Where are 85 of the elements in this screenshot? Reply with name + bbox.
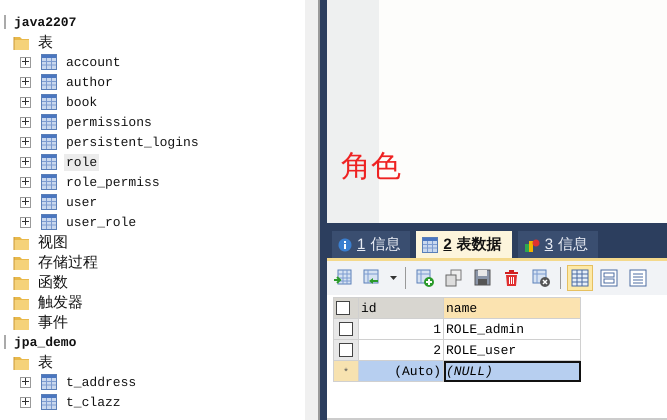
insert-row-icon: [334, 269, 352, 287]
folder-item[interactable]: 事件: [36, 312, 70, 332]
table-icon: [41, 154, 57, 170]
form-icon: [600, 269, 618, 287]
plus-icon: [22, 218, 29, 224]
plus-icon: [22, 198, 29, 204]
cancel-icon: [532, 269, 550, 287]
expand-toggle[interactable]: [20, 56, 31, 68]
table-item[interactable]: account: [64, 54, 123, 70]
info-icon: [338, 238, 352, 252]
plus-icon: [22, 78, 29, 84]
table-cell: ROLE_user: [444, 340, 580, 360]
annotation-text: 角色: [341, 149, 401, 185]
table-cell: (NULL): [444, 360, 580, 382]
table-icon: [41, 114, 57, 130]
folder-item[interactable]: 函数: [36, 272, 70, 292]
database-item[interactable]: jpa_demo: [12, 334, 78, 350]
expand-toggle[interactable]: [20, 96, 31, 108]
table-icon: [41, 74, 57, 90]
table-item[interactable]: user: [64, 194, 100, 210]
chart-icon: [524, 236, 540, 252]
new-row-marker: *: [342, 368, 349, 378]
table-cell: 2: [358, 340, 444, 360]
table-item[interactable]: role_permiss: [64, 174, 162, 190]
caret-icon: [390, 276, 397, 280]
column-header[interactable]: name: [444, 298, 580, 318]
plus-icon: [22, 398, 29, 404]
plus-icon: [22, 138, 29, 144]
table-icon: [41, 134, 57, 150]
table-item[interactable]: user_role: [64, 214, 138, 230]
table-cell: ROLE_admin: [444, 318, 580, 340]
table-item[interactable]: permissions: [64, 114, 154, 130]
table-icon: [41, 394, 57, 410]
expand-toggle[interactable]: [20, 136, 31, 148]
row-checkbox[interactable]: [339, 322, 353, 336]
expand-toggle[interactable]: [20, 216, 31, 228]
tab[interactable]: 3 信息: [518, 231, 598, 258]
table-cell: 1: [358, 318, 444, 340]
add-row-icon: [416, 269, 434, 287]
folder-item[interactable]: 视图: [36, 232, 70, 252]
dropdown-button[interactable]: [388, 276, 399, 280]
folder-item[interactable]: 表: [36, 352, 55, 372]
plus-icon: [22, 378, 29, 384]
save-icon: [474, 269, 492, 287]
expand-toggle[interactable]: [20, 396, 31, 408]
table-icon: [41, 54, 57, 70]
folder-item[interactable]: 存储过程: [36, 252, 100, 272]
select-all-checkbox[interactable]: [336, 301, 350, 316]
column-header[interactable]: id: [358, 298, 444, 318]
tab[interactable]: 2 表数据: [416, 231, 512, 258]
plus-icon: [22, 58, 29, 64]
text-icon: [629, 269, 647, 287]
expand-toggle[interactable]: [20, 176, 31, 188]
grid-button[interactable]: [567, 265, 593, 291]
table-item[interactable]: t_address: [64, 374, 138, 390]
row-checkbox[interactable]: [339, 343, 353, 358]
table-item[interactable]: author: [64, 74, 115, 90]
table-cell: (Auto): [358, 360, 444, 382]
expand-toggle[interactable]: [20, 196, 31, 208]
table-item[interactable]: persistent_logins: [64, 134, 201, 150]
table-item[interactable]: t_clazz: [64, 394, 123, 410]
expand-toggle[interactable]: [20, 156, 31, 168]
table-icon: [422, 236, 438, 252]
table-icon: [41, 374, 57, 390]
table-item[interactable]: book: [64, 94, 100, 110]
folder-item[interactable]: 触发器: [36, 292, 85, 312]
tab[interactable]: 1 信息: [332, 231, 410, 258]
import-icon: [363, 269, 381, 287]
plus-icon: [22, 118, 29, 124]
copy-icon: [445, 269, 463, 287]
plus-icon: [22, 98, 29, 104]
expand-toggle[interactable]: [20, 116, 31, 128]
plus-icon: [22, 178, 29, 184]
table-icon: [41, 94, 57, 110]
table-icon: [41, 194, 57, 210]
expand-toggle[interactable]: [20, 76, 31, 88]
folder-item[interactable]: 表: [36, 32, 55, 52]
table-icon: [41, 174, 57, 190]
trash-icon: [503, 269, 521, 287]
database-item[interactable]: java2207: [12, 14, 78, 30]
table-icon: [41, 214, 57, 230]
table-item[interactable]: role: [64, 154, 100, 170]
plus-icon: [22, 158, 29, 164]
grid-icon: [571, 269, 589, 287]
expand-toggle[interactable]: [20, 376, 31, 388]
